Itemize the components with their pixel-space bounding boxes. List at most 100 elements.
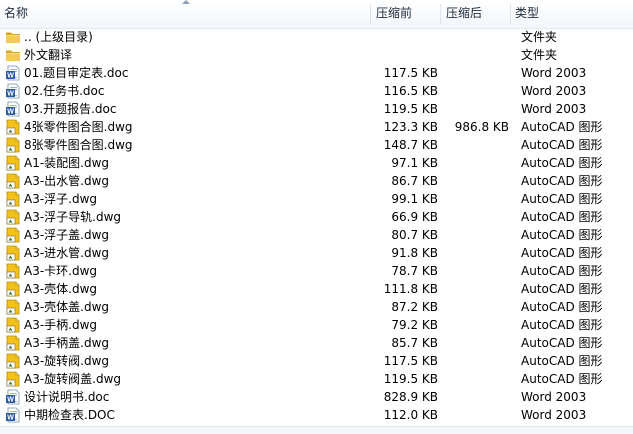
svg-text:W: W (7, 73, 14, 80)
file-row[interactable]: A3-出水管.dwg 86.7 KB AutoCAD 图形 (0, 172, 633, 190)
file-size-before: 116.5 KB (383, 84, 438, 98)
archive-file-list: 名称 压缩前 压缩后 类型 .. (上级目录) 文件夹 外文翻译 文件夹 W 01.题目审… (0, 0, 633, 434)
file-row[interactable]: 外文翻译 文件夹 (0, 46, 633, 64)
file-name: A3-出水管.dwg (24, 174, 110, 188)
file-size-before: 111.8 KB (383, 282, 438, 296)
file-row[interactable]: 4张零件图合图.dwg 123.3 KB 986.8 KB AutoCAD 图形 (0, 118, 633, 136)
file-size-before: 99.1 KB (391, 192, 438, 206)
svg-text:W: W (7, 397, 14, 404)
dwg-icon (5, 371, 21, 387)
file-size-before: 119.5 KB (383, 372, 438, 386)
file-type: AutoCAD 图形 (521, 300, 603, 314)
file-size-before: 117.5 KB (383, 354, 438, 368)
file-type: 文件夹 (521, 48, 558, 62)
file-size-before: 119.5 KB (383, 102, 438, 116)
file-type: Word 2003 (521, 84, 587, 98)
file-row[interactable]: A3-进水管.dwg 91.8 KB AutoCAD 图形 (0, 244, 633, 262)
dwg-icon (5, 335, 21, 351)
file-type: AutoCAD 图形 (521, 138, 603, 152)
file-row[interactable]: A3-浮子.dwg 99.1 KB AutoCAD 图形 (0, 190, 633, 208)
column-header-size-after[interactable]: 压缩后 (442, 0, 510, 28)
file-type: AutoCAD 图形 (521, 372, 603, 386)
file-size-before: 123.3 KB (383, 120, 438, 134)
file-name: A3-壳体.dwg (24, 282, 98, 296)
file-size-before: 91.8 KB (391, 246, 438, 260)
file-row[interactable]: A3-手柄.dwg 79.2 KB AutoCAD 图形 (0, 316, 633, 334)
file-row[interactable]: W 03.开题报告.doc 119.5 KB Word 2003 (0, 100, 633, 118)
word-doc-icon: W (5, 101, 21, 117)
dwg-icon (5, 317, 21, 333)
dwg-icon (5, 353, 21, 369)
file-name: A3-浮子.dwg (24, 192, 98, 206)
file-name: A3-旋转阀盖.dwg (24, 372, 122, 386)
dwg-icon (5, 137, 21, 153)
file-name: A3-进水管.dwg (24, 246, 110, 260)
file-row[interactable]: A3-壳体.dwg 111.8 KB AutoCAD 图形 (0, 280, 633, 298)
file-row[interactable]: A3-旋转阀.dwg 117.5 KB AutoCAD 图形 (0, 352, 633, 370)
file-type: AutoCAD 图形 (521, 192, 603, 206)
file-row[interactable]: W 设计说明书.doc 828.9 KB Word 2003 (0, 388, 633, 406)
file-type: AutoCAD 图形 (521, 174, 603, 188)
file-type: Word 2003 (521, 102, 587, 116)
file-size-before: 112.0 KB (383, 408, 438, 422)
file-size-before: 86.7 KB (391, 174, 438, 188)
file-name: .. (上级目录) (24, 30, 93, 44)
file-size-before: 87.2 KB (391, 300, 438, 314)
word-doc-icon: W (5, 389, 21, 405)
file-size-before: 66.9 KB (391, 210, 438, 224)
file-name: 03.开题报告.doc (24, 102, 117, 116)
file-row[interactable]: A3-浮子盖.dwg 80.7 KB AutoCAD 图形 (0, 226, 633, 244)
file-type: AutoCAD 图形 (521, 120, 603, 134)
file-name: 02.任务书.doc (24, 84, 105, 98)
file-row[interactable]: A3-壳体盖.dwg 87.2 KB AutoCAD 图形 (0, 298, 633, 316)
dwg-icon (5, 209, 21, 225)
column-header-type[interactable]: 类型 (512, 0, 633, 28)
column-header-name[interactable]: 名称 (0, 0, 368, 28)
svg-text:W: W (7, 109, 14, 116)
file-row[interactable]: 8张零件图合图.dwg 148.7 KB AutoCAD 图形 (0, 136, 633, 154)
dwg-icon (5, 281, 21, 297)
column-divider[interactable] (370, 4, 371, 24)
file-type: AutoCAD 图形 (521, 246, 603, 260)
file-row[interactable]: A3-浮子导轨.dwg 66.9 KB AutoCAD 图形 (0, 208, 633, 226)
status-bar (0, 426, 633, 434)
file-rows: .. (上级目录) 文件夹 外文翻译 文件夹 W 01.题目审定表.doc 117.5 KB… (0, 28, 633, 424)
file-type: Word 2003 (521, 408, 587, 422)
file-type: AutoCAD 图形 (521, 282, 603, 296)
column-header-size-before[interactable]: 压缩前 (372, 0, 440, 28)
file-row[interactable]: A3-旋转阀盖.dwg 119.5 KB AutoCAD 图形 (0, 370, 633, 388)
dwg-icon (5, 119, 21, 135)
file-name: A3-浮子导轨.dwg (24, 210, 122, 224)
file-type: AutoCAD 图形 (521, 264, 603, 278)
file-type: Word 2003 (521, 390, 587, 404)
word-doc-icon: W (5, 65, 21, 81)
file-name: 8张零件图合图.dwg (24, 138, 133, 152)
word-doc-icon: W (5, 407, 21, 423)
file-type: AutoCAD 图形 (521, 228, 603, 242)
file-row[interactable]: A3-手柄盖.dwg 85.7 KB AutoCAD 图形 (0, 334, 633, 352)
column-divider[interactable] (440, 4, 441, 24)
file-size-before: 79.2 KB (391, 318, 438, 332)
file-type: Word 2003 (521, 66, 587, 80)
file-name: A3-旋转阀.dwg (24, 354, 110, 368)
file-name: A3-手柄.dwg (24, 318, 98, 332)
file-type: 文件夹 (521, 30, 558, 44)
file-name: 01.题目审定表.doc (24, 66, 129, 80)
column-header-bar: 名称 压缩前 压缩后 类型 (0, 0, 633, 29)
file-row[interactable]: A1-装配图.dwg 97.1 KB AutoCAD 图形 (0, 154, 633, 172)
column-divider[interactable] (510, 4, 511, 24)
file-type: AutoCAD 图形 (521, 156, 603, 170)
file-type: AutoCAD 图形 (521, 318, 603, 332)
file-type: AutoCAD 图形 (521, 336, 603, 350)
file-row[interactable]: W 02.任务书.doc 116.5 KB Word 2003 (0, 82, 633, 100)
file-size-after: 986.8 KB (454, 120, 509, 134)
file-size-before: 80.7 KB (391, 228, 438, 242)
folder-icon (5, 47, 21, 63)
file-row[interactable]: .. (上级目录) 文件夹 (0, 28, 633, 46)
file-size-before: 85.7 KB (391, 336, 438, 350)
file-row[interactable]: A3-卡环.dwg 78.7 KB AutoCAD 图形 (0, 262, 633, 280)
file-row[interactable]: W 中期检查表.DOC 112.0 KB Word 2003 (0, 406, 633, 424)
file-row[interactable]: W 01.题目审定表.doc 117.5 KB Word 2003 (0, 64, 633, 82)
dwg-icon (5, 227, 21, 243)
file-name: A3-手柄盖.dwg (24, 336, 110, 350)
